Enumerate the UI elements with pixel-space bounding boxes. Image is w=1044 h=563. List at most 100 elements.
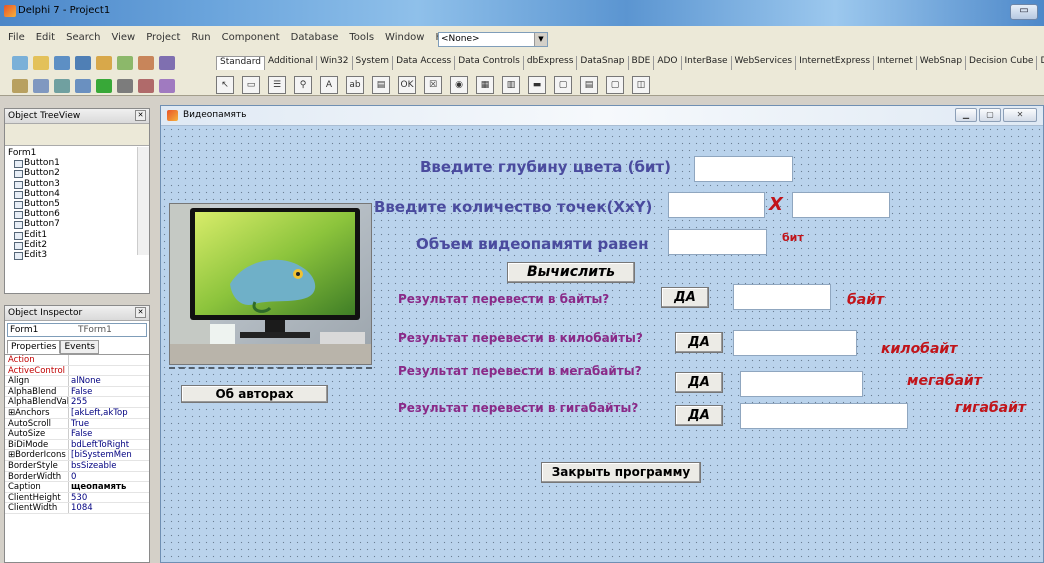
tree-node-button2[interactable]: Button2 (8, 168, 149, 179)
add-file-icon[interactable] (117, 56, 133, 70)
palette-tab-ado[interactable]: ADO (654, 56, 682, 70)
new-form-icon[interactable] (75, 79, 91, 93)
palette-component-icon[interactable]: A (320, 76, 338, 94)
palette-tab-internetexpress[interactable]: InternetExpress (796, 56, 875, 70)
convert-yes-button[interactable]: ДА (675, 332, 723, 353)
property-row[interactable]: ⊞Anchors [akLeft,akTop (5, 407, 149, 419)
palette-tab-interbase[interactable]: InterBase (682, 56, 732, 70)
depth-input[interactable] (694, 156, 793, 182)
open-icon[interactable] (33, 56, 49, 70)
property-value[interactable]: 1084 (69, 503, 93, 513)
property-row[interactable]: AutoScroll True (5, 418, 149, 430)
property-value[interactable]: [akLeft,akTop (69, 408, 128, 418)
menu-item-database[interactable]: Database (291, 32, 339, 48)
palette-tab-datasnap[interactable]: DataSnap (577, 56, 629, 70)
tree-node-button1[interactable]: Button1 (8, 158, 149, 169)
view-form-icon[interactable] (33, 79, 49, 93)
help-icon[interactable] (159, 56, 175, 70)
property-row[interactable]: BiDiMode bdLeftToRight (5, 439, 149, 451)
property-row[interactable]: ⊞BorderIcons [biSystemMen (5, 450, 149, 461)
tree-node-edit2[interactable]: Edit2 (8, 240, 149, 251)
memory-result-field[interactable] (668, 229, 767, 255)
menu-item-view[interactable]: View (111, 32, 135, 48)
treeview-scrollbar[interactable] (137, 147, 149, 255)
palette-component-icon[interactable]: ab (346, 76, 364, 94)
tree-node-edit1[interactable]: Edit1 (8, 230, 149, 240)
property-row[interactable]: Align alNone (5, 376, 149, 387)
step-over-icon[interactable] (159, 79, 175, 93)
palette-component-icon[interactable]: ☰ (268, 76, 286, 94)
form-maximize-button[interactable]: ▢ (979, 108, 1001, 122)
form-close-button[interactable]: ✕ (1003, 108, 1037, 122)
points-y-input[interactable] (792, 192, 890, 218)
conversion-result-field[interactable] (733, 284, 831, 310)
form-minimize-button[interactable]: ▁ (955, 108, 977, 122)
property-row[interactable]: AutoSize False (5, 429, 149, 440)
palette-tab-standard[interactable]: Standard (216, 56, 265, 70)
property-row[interactable]: AlphaBlend False (5, 386, 149, 398)
palette-tab-webservices[interactable]: WebServices (732, 56, 797, 70)
property-row[interactable]: AlphaBlendValu 255 (5, 397, 149, 408)
palette-component-icon[interactable]: ◉ (450, 76, 468, 94)
menu-item-window[interactable]: Window (385, 32, 424, 48)
compute-button[interactable]: Вычислить (507, 262, 635, 283)
toggle-form-unit-icon[interactable] (54, 79, 70, 93)
property-value[interactable]: 0 (69, 472, 76, 482)
property-row[interactable]: Action (5, 355, 149, 366)
tree-node-edit3[interactable]: Edit3 (8, 250, 149, 261)
tree-node-button4[interactable]: Button4 (8, 189, 149, 200)
palette-component-icon[interactable]: ▢ (606, 76, 624, 94)
conversion-result-field[interactable] (740, 403, 908, 429)
close-program-button[interactable]: Закрыть программу (541, 462, 701, 483)
palette-tab-system[interactable]: System (353, 56, 394, 70)
points-x-input[interactable] (668, 192, 765, 218)
menu-item-edit[interactable]: Edit (36, 32, 55, 48)
palette-component-icon[interactable]: ▤ (580, 76, 598, 94)
palette-tab-additional[interactable]: Additional (265, 56, 318, 70)
palette-component-icon[interactable]: OK (398, 76, 416, 94)
property-row[interactable]: Caption щеопамять (5, 482, 149, 493)
palette-tab-decision-cube[interactable]: Decision Cube (966, 56, 1038, 70)
property-row[interactable]: ActiveControl (5, 365, 149, 377)
convert-yes-button[interactable]: ДА (675, 372, 723, 393)
minimize-button[interactable]: ▭ (1010, 4, 1038, 20)
palette-component-icon[interactable]: ◫ (632, 76, 650, 94)
palette-component-icon[interactable]: ☒ (424, 76, 442, 94)
property-value[interactable]: False (69, 387, 92, 397)
property-value[interactable]: 530 (69, 493, 87, 503)
palette-component-icon[interactable]: ⚲ (294, 76, 312, 94)
property-row[interactable]: ClientHeight 530 (5, 492, 149, 504)
tree-root-form1[interactable]: Form1 (8, 148, 149, 158)
tab-properties[interactable]: Properties (7, 340, 61, 354)
chevron-down-icon[interactable]: ▼ (534, 33, 547, 46)
palette-tab-dialogs[interactable]: Dialogs (1037, 56, 1044, 70)
palette-tab-internet[interactable]: Internet (874, 56, 917, 70)
tree-node-button7[interactable]: Button7 (8, 219, 149, 230)
convert-yes-button[interactable]: ДА (675, 405, 723, 426)
run-icon[interactable] (96, 79, 112, 93)
palette-component-icon[interactable]: ▥ (502, 76, 520, 94)
tree-node-button5[interactable]: Button5 (8, 199, 149, 210)
property-value[interactable]: False (69, 429, 92, 439)
palette-tab-bde[interactable]: BDE (629, 56, 655, 70)
property-value[interactable] (69, 366, 71, 376)
property-value[interactable] (69, 355, 71, 365)
save-icon[interactable] (54, 56, 70, 70)
inspector-object-selector[interactable]: Form1 TForm1 (7, 323, 147, 337)
pause-icon[interactable] (117, 79, 133, 93)
component-combo[interactable]: <None> ▼ (438, 32, 548, 47)
palette-tab-websnap[interactable]: WebSnap (917, 56, 967, 70)
property-row[interactable]: ClientWidth 1084 (5, 503, 149, 514)
new-items-icon[interactable] (12, 56, 28, 70)
property-value[interactable]: alNone (69, 376, 101, 386)
tree-node-button3[interactable]: Button3 (8, 179, 149, 189)
convert-yes-button[interactable]: ДА (661, 287, 709, 308)
palette-component-icon[interactable]: ↖ (216, 76, 234, 94)
property-value[interactable]: True (69, 419, 89, 429)
palette-component-icon[interactable]: ▦ (476, 76, 494, 94)
property-row[interactable]: BorderStyle bsSizeable (5, 460, 149, 472)
menu-item-search[interactable]: Search (66, 32, 100, 48)
property-row[interactable]: BorderWidth 0 (5, 471, 149, 483)
palette-tab-dbexpress[interactable]: dbExpress (524, 56, 578, 70)
open-project-icon[interactable] (96, 56, 112, 70)
